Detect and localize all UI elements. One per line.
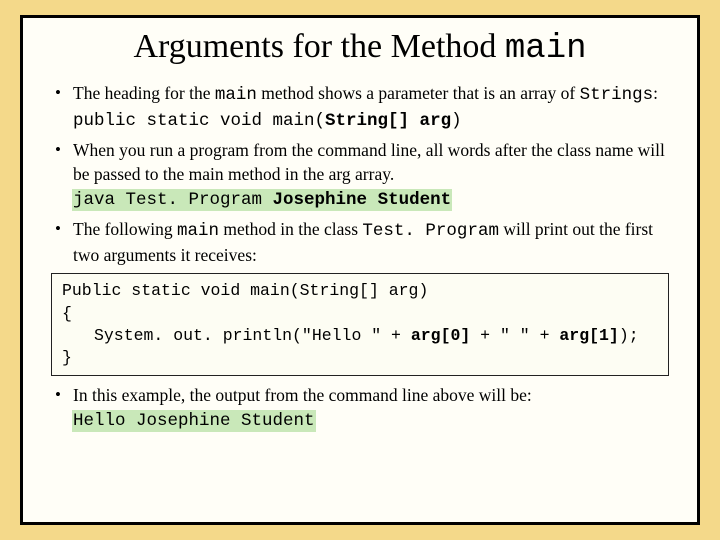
bullet-3: The following main method in the class T… [51,218,669,267]
bullet-4: In this example, the output from the com… [51,384,669,433]
b1-sig-post: ) [451,111,462,131]
b1-text-a: The heading for the [73,83,215,103]
b1-code-main: main [215,85,257,105]
b1-sig: public static void main(String[] arg) [73,111,462,131]
code-arg1: arg[1] [559,326,618,345]
code-line-4: } [62,348,72,367]
b3-text-b: method in the class [219,219,362,239]
code-block: Public static void main(String[] arg) { … [51,273,669,376]
code-arg0: arg[0] [411,326,470,345]
b1-text-b: method shows a parameter that is an arra… [257,83,580,103]
title-code: main [505,30,587,68]
b2-cmd: java Test. Program Josephine Student [73,190,451,210]
b1-code-strings: Strings [580,85,654,105]
bullet-1: The heading for the main method shows a … [51,82,669,133]
title-text: Arguments for the Method [133,28,504,65]
code-line-3-post: ); [619,326,639,345]
bullet-list: The heading for the main method shows a … [51,82,669,267]
b3-code-class: Test. Program [362,221,499,241]
b1-text-c: : [653,83,658,103]
b2-cmd-pre: java Test. Program [73,190,273,210]
bullet-2: When you run a program from the command … [51,139,669,212]
b4-output: Hello Josephine Student [73,411,315,431]
b3-text-a: The following [73,219,177,239]
b3-code-main: main [177,221,219,241]
b1-sig-pre: public static void main( [73,111,325,131]
code-line-3-mid: + " " + [470,326,559,345]
code-line-2: { [62,304,72,323]
b2-cmd-args: Josephine Student [273,190,452,210]
b2-text: When you run a program from the command … [73,140,665,184]
slide-title: Arguments for the Method main [51,28,669,68]
code-line-1: Public static void main(String[] arg) [62,281,428,300]
bullet-list-2: In this example, the output from the com… [51,384,669,433]
b4-text: In this example, the output from the com… [73,385,532,405]
b1-sig-bold: String[] arg [325,111,451,131]
slide-frame: Arguments for the Method main The headin… [20,15,700,525]
code-line-3-pre: System. out. println("Hello " + [94,326,411,345]
